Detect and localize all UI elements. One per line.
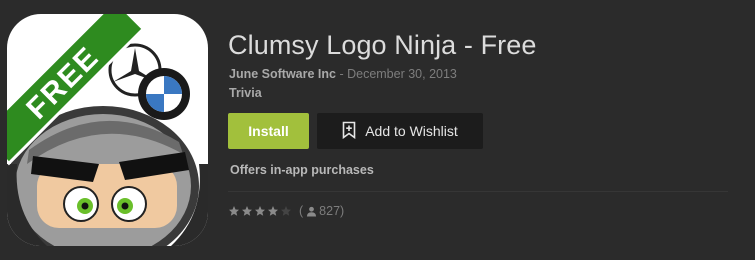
in-app-purchases-note: Offers in-app purchases xyxy=(230,163,374,177)
bookmark-plus-icon xyxy=(342,121,356,142)
publish-date: December 30, 2013 xyxy=(347,67,457,81)
divider xyxy=(228,191,728,192)
app-meta: June Software Inc - December 30, 2013 xyxy=(229,67,457,81)
person-icon xyxy=(306,206,317,217)
open-paren: ( xyxy=(299,204,304,218)
review-count: ( 827 ) xyxy=(299,204,344,218)
app-icon: FREE xyxy=(7,14,208,246)
install-button[interactable]: Install xyxy=(228,113,309,149)
bmw-logo-icon xyxy=(138,68,190,120)
developer-link[interactable]: June Software Inc xyxy=(229,67,336,81)
star-icon-empty xyxy=(280,205,292,217)
close-paren: ) xyxy=(340,204,345,218)
wishlist-button-label: Add to Wishlist xyxy=(365,123,458,139)
app-title: Clumsy Logo Ninja - Free xyxy=(228,30,537,60)
star-icon xyxy=(267,205,279,217)
add-to-wishlist-button[interactable]: Add to Wishlist xyxy=(317,113,483,149)
review-count-value: 827 xyxy=(319,204,341,218)
star-icon xyxy=(241,205,253,217)
star-icon xyxy=(254,205,266,217)
star-icon xyxy=(228,205,240,217)
rating-summary[interactable]: ( 827 ) xyxy=(228,204,344,218)
date-separator: - xyxy=(335,67,348,81)
category-link[interactable]: Trivia xyxy=(229,86,262,100)
install-button-label: Install xyxy=(248,123,289,139)
